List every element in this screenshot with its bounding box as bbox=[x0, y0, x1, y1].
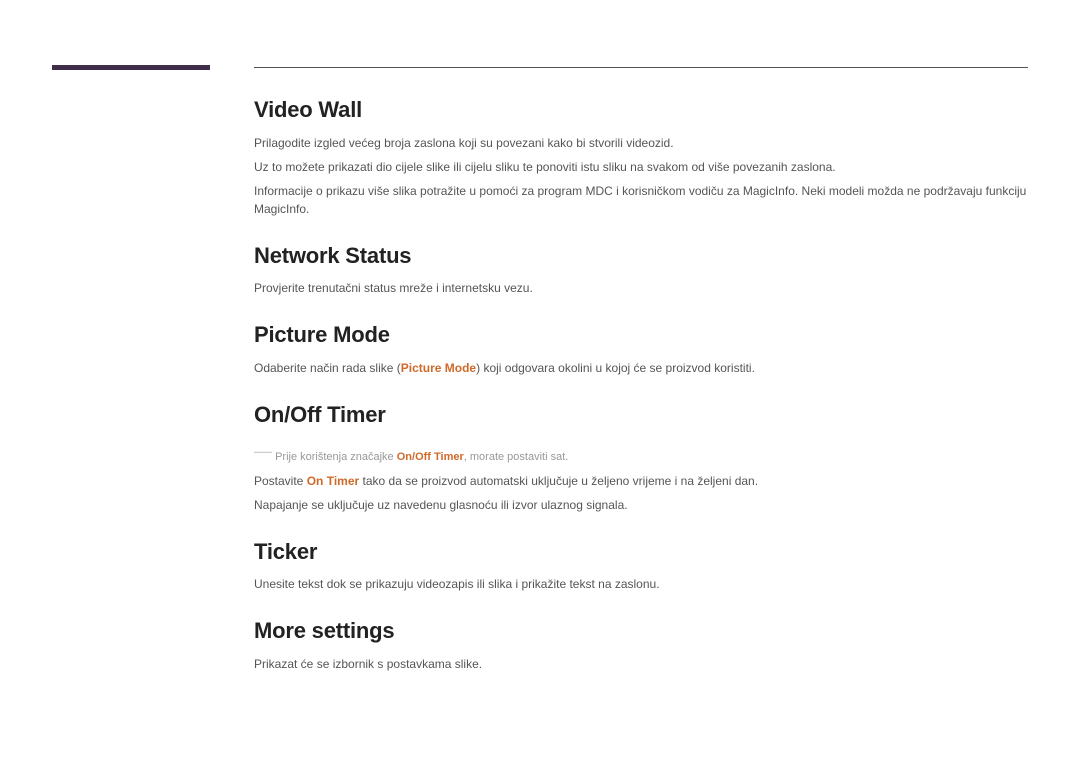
heading-ticker: Ticker bbox=[254, 538, 1034, 566]
note: ― Prije korištenja značajke On/Off Timer… bbox=[254, 438, 1034, 466]
paragraph: Prilagodite izgled većeg broja zaslona k… bbox=[254, 134, 1034, 152]
paragraph: Postavite On Timer tako da se proizvod a… bbox=[254, 472, 1034, 490]
highlight-picture-mode: Picture Mode bbox=[401, 361, 476, 375]
section-video-wall: Video Wall Prilagodite izgled većeg broj… bbox=[254, 96, 1034, 218]
page-content: Video Wall Prilagodite izgled većeg broj… bbox=[254, 96, 1034, 697]
text: Postavite bbox=[254, 474, 307, 488]
heading-on-off-timer: On/Off Timer bbox=[254, 401, 1034, 429]
heading-video-wall: Video Wall bbox=[254, 96, 1034, 124]
section-more-settings: More settings Prikazat će se izbornik s … bbox=[254, 617, 1034, 673]
paragraph: Unesite tekst dok se prikazuju videozapi… bbox=[254, 575, 1034, 593]
heading-picture-mode: Picture Mode bbox=[254, 321, 1034, 349]
highlight-on-off-timer: On/Off Timer bbox=[397, 451, 464, 463]
text: Odaberite način rada slike ( bbox=[254, 361, 401, 375]
note-dash-icon: ― bbox=[254, 441, 272, 461]
section-ticker: Ticker Unesite tekst dok se prikazuju vi… bbox=[254, 538, 1034, 594]
text: tako da se proizvod automatski uključuje… bbox=[359, 474, 758, 488]
text: , morate postaviti sat. bbox=[464, 451, 569, 463]
paragraph: Informacije o prikazu više slika potraži… bbox=[254, 182, 1034, 218]
header-divider bbox=[254, 67, 1028, 68]
paragraph: Napajanje se uključuje uz navedenu glasn… bbox=[254, 496, 1034, 514]
heading-more-settings: More settings bbox=[254, 617, 1034, 645]
paragraph: Provjerite trenutačni status mreže i int… bbox=[254, 279, 1034, 297]
highlight-on-timer: On Timer bbox=[307, 474, 359, 488]
paragraph: Prikazat će se izbornik s postavkama sli… bbox=[254, 655, 1034, 673]
paragraph: Uz to možete prikazati dio cijele slike … bbox=[254, 158, 1034, 176]
heading-network-status: Network Status bbox=[254, 242, 1034, 270]
header-bar bbox=[52, 65, 210, 70]
section-network-status: Network Status Provjerite trenutačni sta… bbox=[254, 242, 1034, 298]
section-picture-mode: Picture Mode Odaberite način rada slike … bbox=[254, 321, 1034, 377]
section-on-off-timer: On/Off Timer ― Prije korištenja značajke… bbox=[254, 401, 1034, 514]
paragraph: Odaberite način rada slike (Picture Mode… bbox=[254, 359, 1034, 377]
text: ) koji odgovara okolini u kojoj će se pr… bbox=[476, 361, 755, 375]
text: Prije korištenja značajke bbox=[275, 451, 397, 463]
